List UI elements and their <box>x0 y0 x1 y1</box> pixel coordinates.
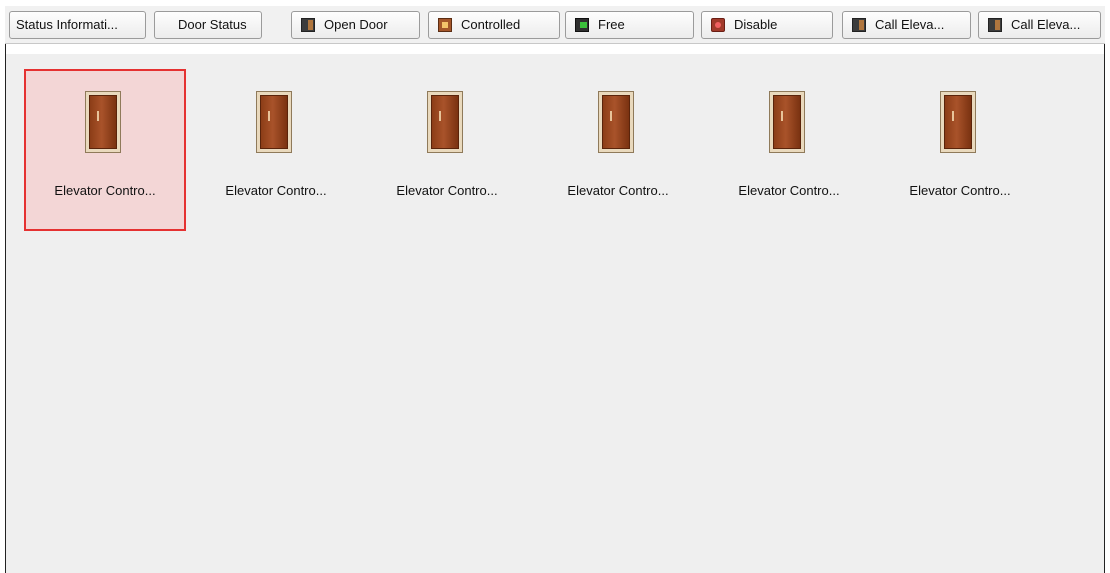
elevator-controller-tile[interactable]: Elevator Contro... <box>708 69 870 231</box>
elevator-controller-label: Elevator Contro... <box>225 183 327 198</box>
call-elevator-icon <box>988 18 1002 32</box>
call-elevator-label-2: Call Eleva... <box>1011 17 1081 32</box>
free-label: Free <box>598 17 625 32</box>
elevator-controller-tile[interactable]: Elevator Contro... <box>24 69 186 231</box>
door-open-icon <box>301 18 315 32</box>
call-elevator-button-1[interactable]: Call Eleva... <box>842 11 971 39</box>
controlled-button[interactable]: Controlled <box>428 11 560 39</box>
door-controlled-icon <box>438 18 452 32</box>
elevator-controller-label: Elevator Contro... <box>54 183 156 198</box>
toolbar-separator <box>5 44 1105 54</box>
toolbar: Status Informati... Door Status Open Doo… <box>5 6 1105 44</box>
status-information-button[interactable]: Status Informati... <box>9 11 146 39</box>
door-free-icon <box>575 18 589 32</box>
free-button[interactable]: Free <box>565 11 694 39</box>
door-status-label: Door Status <box>178 17 247 32</box>
door-icon <box>427 91 463 153</box>
call-elevator-label-1: Call Eleva... <box>875 17 945 32</box>
door-icon <box>85 91 121 153</box>
elevator-controller-label: Elevator Contro... <box>909 183 1011 198</box>
elevator-controller-tile[interactable]: Elevator Contro... <box>366 69 528 231</box>
door-icon <box>769 91 805 153</box>
door-icon <box>940 91 976 153</box>
disable-label: Disable <box>734 17 778 32</box>
open-door-button[interactable]: Open Door <box>291 11 420 39</box>
status-information-label: Status Informati... <box>16 17 118 32</box>
door-disable-icon <box>711 18 725 32</box>
open-door-label: Open Door <box>324 17 388 32</box>
controlled-label: Controlled <box>461 17 521 32</box>
elevator-controller-tile[interactable]: Elevator Contro... <box>195 69 357 231</box>
call-elevator-icon <box>852 18 866 32</box>
door-status-button[interactable]: Door Status <box>154 11 262 39</box>
elevator-controller-label: Elevator Contro... <box>738 183 840 198</box>
call-elevator-button-2[interactable]: Call Eleva... <box>978 11 1101 39</box>
door-icon <box>598 91 634 153</box>
device-panel: Elevator Contro... Elevator Contro... El… <box>5 54 1105 573</box>
elevator-controller-tile[interactable]: Elevator Contro... <box>537 69 699 231</box>
elevator-controller-label: Elevator Contro... <box>567 183 669 198</box>
elevator-controller-label: Elevator Contro... <box>396 183 498 198</box>
elevator-control-window: Status Informati... Door Status Open Doo… <box>0 0 1110 573</box>
elevator-controller-tile[interactable]: Elevator Contro... <box>879 69 1041 231</box>
disable-button[interactable]: Disable <box>701 11 833 39</box>
door-icon <box>256 91 292 153</box>
